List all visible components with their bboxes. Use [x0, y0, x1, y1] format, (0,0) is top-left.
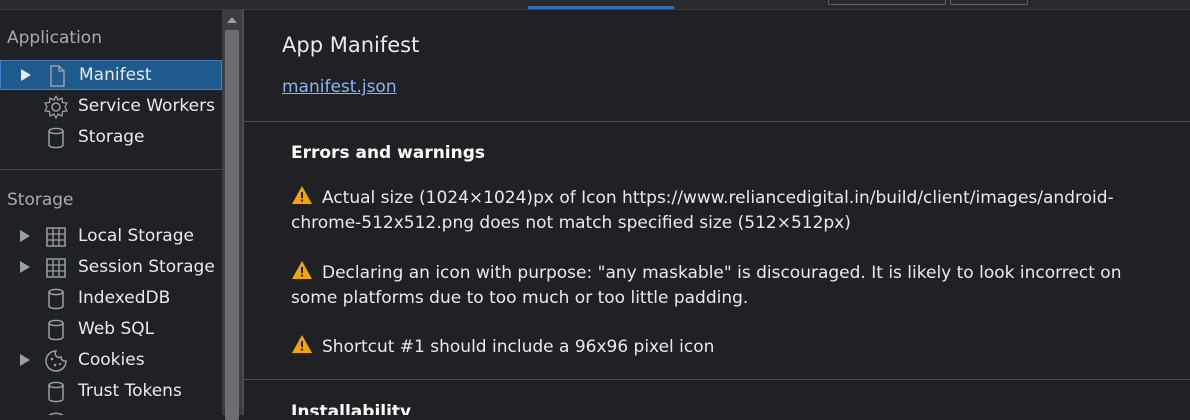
manifest-panel: App Manifest manifest.json Errors and wa… — [244, 10, 1190, 415]
application-sidebar: Application Manifest Service Workers Sto… — [0, 10, 222, 415]
database-icon — [48, 288, 64, 310]
database-icon — [48, 319, 64, 341]
scroll-up-icon[interactable] — [227, 17, 237, 23]
database-icon — [48, 412, 64, 415]
errors-warnings-heading: Errors and warnings — [291, 143, 486, 163]
sidebar-item-label: Trust Tokens — [78, 381, 182, 401]
sidebar-item-label: Storage — [78, 127, 145, 147]
sidebar-item-web-sql[interactable]: Web SQL — [0, 315, 222, 345]
section-title-application: Application — [7, 28, 102, 48]
installability-heading: Installability — [291, 402, 412, 415]
warning-icon — [292, 261, 312, 279]
sidebar-item-service-workers[interactable]: Service Workers — [0, 92, 222, 122]
page-title: App Manifest — [282, 33, 420, 57]
sidebar-item-indexeddb[interactable]: IndexedDB — [0, 284, 222, 314]
warning-text: Actual size (1024×1024)px of Icon https:… — [291, 188, 1114, 233]
manifest-json-link[interactable]: manifest.json — [282, 77, 397, 97]
scrollbar-thumb[interactable] — [225, 30, 239, 420]
warning-message: Shortcut #1 should include a 96x96 pixel… — [291, 334, 1171, 360]
toolbar-control[interactable] — [828, 0, 946, 5]
active-tab-indicator — [528, 6, 674, 9]
expand-arrow-icon[interactable] — [20, 261, 30, 273]
sidebar-item-trust-tokens[interactable]: Trust Tokens — [0, 377, 222, 407]
section-title-storage: Storage — [7, 190, 74, 210]
sidebar-item-storage[interactable]: Storage — [0, 123, 222, 153]
sidebar-item-label: Local Storage — [78, 226, 194, 246]
sidebar-item-label: Manifest — [79, 65, 152, 85]
sidebar-item-session-storage[interactable]: Session Storage — [0, 253, 222, 283]
sidebar-item-manifest[interactable]: Manifest — [0, 60, 222, 90]
sidebar-item-label: Web SQL — [78, 319, 155, 339]
warning-icon — [292, 335, 312, 353]
section-divider — [0, 169, 222, 170]
database-icon — [48, 127, 64, 149]
toolbar-control[interactable] — [950, 0, 1028, 5]
sidebar-item-label: Cookies — [78, 350, 145, 370]
database-icon — [48, 381, 64, 403]
cookie-icon — [45, 350, 67, 372]
section-divider — [244, 379, 1190, 380]
expand-arrow-icon[interactable] — [20, 230, 30, 242]
sidebar-item-partial[interactable] — [0, 408, 222, 415]
document-icon — [50, 65, 65, 87]
warning-text: Declaring an icon with purpose: "any mas… — [291, 263, 1122, 308]
grid-icon — [46, 258, 66, 278]
sidebar-item-cookies[interactable]: Cookies — [0, 346, 222, 376]
expand-arrow-icon[interactable] — [20, 354, 30, 366]
sidebar-scrollbar[interactable] — [222, 10, 242, 420]
sidebar-item-local-storage[interactable]: Local Storage — [0, 222, 222, 252]
warning-message: Actual size (1024×1024)px of Icon https:… — [291, 185, 1171, 236]
grid-icon — [46, 227, 66, 247]
warning-icon — [292, 186, 312, 204]
sidebar-item-label: IndexedDB — [78, 288, 171, 308]
gear-icon — [44, 95, 68, 119]
sidebar-item-label: Service Workers — [78, 96, 215, 116]
expand-arrow-icon[interactable] — [21, 69, 31, 81]
warning-text: Shortcut #1 should include a 96x96 pixel… — [322, 337, 715, 357]
section-divider — [244, 121, 1190, 122]
warning-message: Declaring an icon with purpose: "any mas… — [291, 260, 1171, 311]
sidebar-item-label: Session Storage — [78, 257, 215, 277]
devtools-tab-strip — [0, 0, 1190, 10]
